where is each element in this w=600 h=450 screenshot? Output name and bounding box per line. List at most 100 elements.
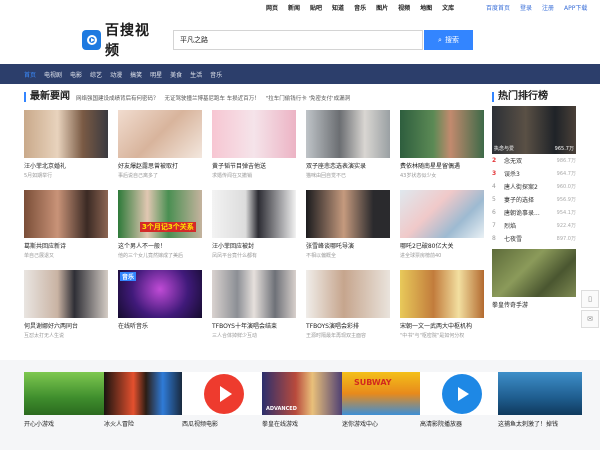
game-thumbnail: SUBWAY xyxy=(342,372,426,415)
video-card[interactable]: 汪小菲回应被封 凤凤平台竟什么都有 xyxy=(212,190,296,259)
rank-top-count: 965.7万 xyxy=(554,146,574,152)
video-card[interactable]: 何炅谢娜好六两同台 互怼太打无人生说 xyxy=(24,270,108,339)
video-card[interactable]: 葛斯共回应新诗 单自己展退又 xyxy=(24,190,108,259)
rank-title: 唐朝诡事录... xyxy=(504,210,540,217)
link-news[interactable]: 新闻 xyxy=(288,3,300,12)
headline-1[interactable]: 网络强国建设成绩背后有何密码？ xyxy=(76,94,159,102)
nav-movie[interactable]: 电影 xyxy=(70,70,82,79)
category-nav: 首页 电视剧 电影 综艺 动漫 搞笑 明星 美食 生活 音乐 xyxy=(0,64,600,84)
video-subtitle: 进全球票房榜前40 xyxy=(400,253,442,259)
rank-number: 4 xyxy=(492,183,496,190)
game-thumbnail xyxy=(24,372,108,415)
nav-music[interactable]: 音乐 xyxy=(210,70,222,79)
rank-item[interactable]: 4 唐人街探案2 960.0万 xyxy=(492,180,576,193)
search-button[interactable]: ⌕ 搜索 xyxy=(424,30,473,50)
video-card[interactable]: TFBOYS演唱会彩排 王源时隔最年再现双主面容 xyxy=(306,270,390,339)
link-images[interactable]: 图片 xyxy=(376,3,388,12)
feedback-icon[interactable]: ✉ xyxy=(581,310,599,328)
video-thumbnail xyxy=(306,270,390,318)
search-input[interactable]: 平凡之路 xyxy=(173,30,423,50)
video-card[interactable]: 音乐 在线听音乐 xyxy=(118,270,202,330)
game-card[interactable]: 冰火人冒险 xyxy=(104,372,188,428)
video-card[interactable]: 宋朝一文一武两大中枢机构 "中书"与"枢密院"是如何分权 xyxy=(400,270,484,339)
headline-2[interactable]: 无证驾驶撞兰博基尼跑车 车损近百万！ xyxy=(165,94,260,102)
game-title: 这捕鱼太刺激了！掉钱 xyxy=(498,421,559,428)
video-subtitle: 不相以偏概全 xyxy=(306,253,337,259)
video-subtitle: 求婚传闻在又撤销 xyxy=(212,173,253,179)
rank-count: 897.0万 xyxy=(556,236,576,242)
top-links-bar: 网页 新闻 贴吧 知道 音乐 图片 视频 地图 文库 百度首页 登录 注册 AP… xyxy=(0,0,600,14)
login-link[interactable]: 登录 xyxy=(520,3,532,12)
video-title: 黄子韬节目弹吉他送 xyxy=(212,163,267,170)
link-music[interactable]: 音乐 xyxy=(354,3,366,12)
link-zhidao[interactable]: 知道 xyxy=(332,3,344,12)
nav-tv[interactable]: 电视剧 xyxy=(44,70,62,79)
video-thumbnail xyxy=(24,110,108,158)
video-card[interactable]: 3个月记3个关系 这个男人不一般！ 他的三个女儿竟然嫁成了美后 xyxy=(118,190,202,259)
game-thumbnail xyxy=(182,372,266,415)
game-card[interactable]: SUBWAY 迷你游戏中心 xyxy=(342,372,426,428)
headline-links: 网络强国建设成绩背后有何密码？ 无证驾驶撞兰博基尼跑车 车损近百万！ "拉车门偷… xyxy=(76,94,350,102)
rank-item[interactable]: 8 七夜雪 897.0万 xyxy=(492,232,576,245)
video-subtitle: 43岁状态似少女 xyxy=(400,173,437,179)
rank-item[interactable]: 3 误杀3 964.7万 xyxy=(492,167,576,180)
video-thumbnail xyxy=(24,270,108,318)
search-button-label: 搜索 xyxy=(444,36,459,44)
register-link[interactable]: 注册 xyxy=(542,3,554,12)
account-links: 百度首页 登录 注册 APP下载 xyxy=(486,3,587,12)
link-tieba[interactable]: 贴吧 xyxy=(310,3,322,12)
nav-food[interactable]: 美食 xyxy=(170,70,182,79)
video-card[interactable]: TFBOYS十年演唱会结束 三人合体掉鲜少互动 xyxy=(212,270,296,339)
game-card[interactable]: 开心小游戏 xyxy=(24,372,108,428)
link-home[interactable]: 百度首页 xyxy=(486,3,510,12)
game-card[interactable]: ADVANCED 拳皇在线游戏 xyxy=(262,372,346,428)
rank-title: 唐人街探案2 xyxy=(504,184,538,191)
video-title: 何炅谢娜好六两同台 xyxy=(24,323,79,330)
video-card[interactable]: 张雪峰谈哪吒导演 不相以偏概全 xyxy=(306,190,390,259)
video-card[interactable]: 双子座悲恋选表演实录 猫咪由回自觉不已 xyxy=(306,110,390,179)
video-thumbnail xyxy=(400,190,484,238)
video-card[interactable]: 汪小菲北京婚礼 5月如期举行 xyxy=(24,110,108,179)
rank-item[interactable]: 5 妻子的选择 956.9万 xyxy=(492,193,576,206)
game-card[interactable]: 高清影院播放器 xyxy=(420,372,504,428)
game-title: 迷你游戏中心 xyxy=(342,421,379,428)
rank-top-caption: 执念与爱 xyxy=(494,146,515,152)
game-card[interactable]: 西瓜视频电影 xyxy=(182,372,266,428)
video-card[interactable]: 费依林随南星星留偶遇 43岁状态似少女 xyxy=(400,110,484,179)
video-card[interactable]: 黄子韬节目弹吉他送 求婚传闻在又撤销 xyxy=(212,110,296,179)
rank-number: 5 xyxy=(492,196,496,203)
nav-stars[interactable]: 明星 xyxy=(150,70,162,79)
rank-item[interactable]: 2 念无双 986.7万 xyxy=(492,154,576,167)
link-wenku[interactable]: 文库 xyxy=(442,3,454,12)
link-video[interactable]: 视频 xyxy=(398,3,410,12)
video-card[interactable]: 哪吒2已破80亿大关 进全球票房榜前40 xyxy=(400,190,484,259)
search-icon: ⌕ xyxy=(438,35,442,44)
nav-anime[interactable]: 动漫 xyxy=(110,70,122,79)
rank-item[interactable]: 7 烈焰 922.4万 xyxy=(492,219,576,232)
video-subtitle: 三人合体掉鲜少互动 xyxy=(212,333,258,339)
nav-life[interactable]: 生活 xyxy=(190,70,202,79)
video-title: 在线听音乐 xyxy=(118,323,149,330)
headline-3[interactable]: "拉车门偷钱行卡 '免密支付'成漏洞 xyxy=(266,94,350,102)
link-web[interactable]: 网页 xyxy=(266,3,278,12)
rank-number: 3 xyxy=(492,170,497,177)
rank-count: 986.7万 xyxy=(556,158,576,164)
rank-count: 960.0万 xyxy=(556,184,576,190)
game-card[interactable]: 这捕鱼太刺激了！掉钱 xyxy=(498,372,582,428)
video-card[interactable]: 好友爆赵露思曾被取打 事后说自己离多了 xyxy=(118,110,202,179)
game-ad-thumbnail[interactable] xyxy=(492,249,576,297)
video-thumbnail: 3个月记3个关系 xyxy=(118,190,202,238)
video-title: 葛斯共回应新诗 xyxy=(24,243,67,250)
nav-variety[interactable]: 综艺 xyxy=(90,70,102,79)
nav-home[interactable]: 首页 xyxy=(24,70,36,79)
site-logo[interactable]: 百搜视频 xyxy=(82,23,162,59)
mobile-icon[interactable]: ▯ xyxy=(581,290,599,308)
link-map[interactable]: 地图 xyxy=(420,3,432,12)
app-download-link[interactable]: APP下载 xyxy=(564,3,587,12)
rank-top-thumbnail[interactable]: 执念与爱 965.7万 xyxy=(492,106,576,154)
rank-item[interactable]: 6 唐朝诡事录... 954.1万 xyxy=(492,206,576,219)
game-thumbnail: ADVANCED xyxy=(262,372,346,415)
nav-funny[interactable]: 搞笑 xyxy=(130,70,142,79)
rank-title: 七夜雪 xyxy=(504,236,523,243)
rank-number: 2 xyxy=(492,157,497,164)
